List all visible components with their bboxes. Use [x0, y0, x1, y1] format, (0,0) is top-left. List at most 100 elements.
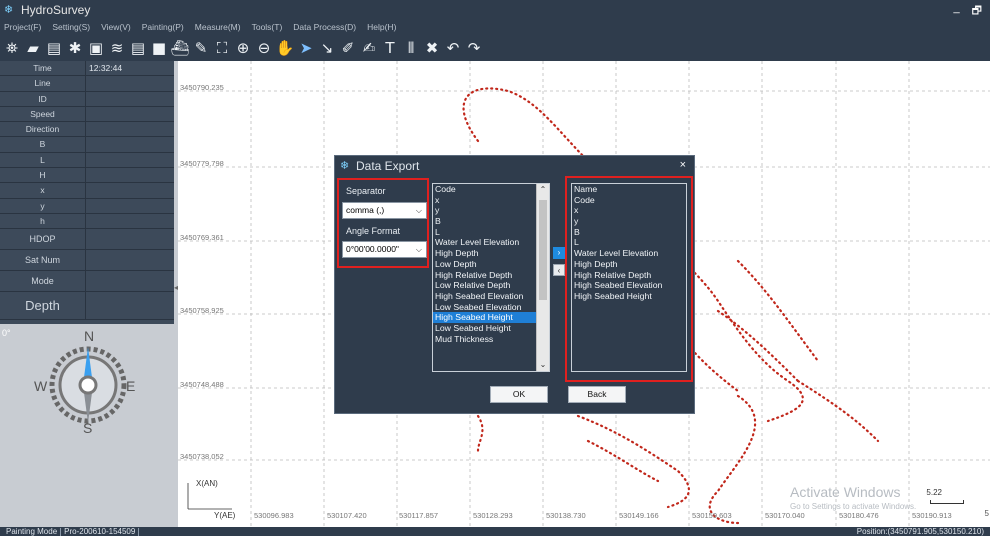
export-field-item[interactable]: B — [572, 227, 686, 238]
fit-extent-icon[interactable]: ⛶ — [213, 39, 231, 57]
menu-item[interactable]: Setting(S) — [52, 22, 90, 32]
info-row: H — [0, 168, 174, 184]
info-value — [86, 153, 174, 167]
export-field-item[interactable]: y — [572, 216, 686, 227]
x-tick-label: 530149.166 — [619, 511, 659, 520]
available-field-item[interactable]: High Seabed Elevation — [433, 291, 549, 302]
satellite-icon[interactable]: ⛯ — [3, 39, 21, 57]
export-field-item[interactable]: L — [572, 237, 686, 248]
ship-icon[interactable]: ⛴ — [170, 39, 189, 57]
survey-track — [796, 379, 880, 443]
available-field-item[interactable]: L — [433, 227, 549, 238]
info-label: HDOP — [0, 229, 86, 250]
separator-value: comma (,) — [346, 205, 385, 215]
available-field-item[interactable]: Code — [433, 184, 549, 195]
wave-icon[interactable]: ≋ — [108, 39, 126, 57]
menu-item[interactable]: Project(F) — [4, 22, 41, 32]
ok-button[interactable]: OK — [490, 386, 548, 403]
available-items: Code x y B L Water Level Elevation High Depth L… — [433, 184, 549, 344]
add-field-button[interactable]: › — [553, 247, 565, 259]
info-value — [86, 168, 174, 182]
remove-field-button[interactable]: ‹ — [553, 264, 565, 276]
info-row: Speed — [0, 106, 174, 123]
export-field-item[interactable]: High Seabed Elevation — [572, 280, 686, 291]
menu-item[interactable]: Measure(M) — [195, 22, 241, 32]
zoom-out-icon[interactable]: ⊖ — [255, 39, 273, 57]
available-field-item[interactable]: Water Level Elevation — [433, 237, 549, 248]
x-tick-label: 530128.293 — [473, 511, 513, 520]
available-field-item[interactable]: Mud Thickness — [433, 334, 549, 345]
edit-point-icon[interactable]: ✐ — [339, 39, 357, 57]
document-icon[interactable]: ▤ — [129, 39, 147, 57]
info-row: Line — [0, 76, 174, 92]
available-field-item[interactable]: x — [433, 195, 549, 206]
info-row: Time 12:32:44 — [0, 61, 174, 77]
available-field-item[interactable]: Low Relative Depth — [433, 280, 549, 291]
status-mode: Painting Mode — [6, 527, 58, 536]
scroll-down-icon[interactable]: ⌄ — [537, 359, 549, 371]
survey-track — [716, 309, 800, 383]
info-value: 12:32:44 — [89, 63, 123, 73]
status-project: Pro-200610-154509 — [64, 527, 136, 536]
settings-gear-icon[interactable]: ✱ — [66, 39, 84, 57]
available-field-item[interactable]: High Depth — [433, 248, 549, 259]
export-fields-list[interactable]: Name Code x y B L Water Level Elevation High De… — [571, 183, 687, 372]
draw-line-icon[interactable]: ↘ — [318, 39, 336, 57]
export-field-item[interactable]: Name — [572, 184, 686, 195]
available-field-item[interactable]: B — [433, 216, 549, 227]
scroll-thumb[interactable] — [539, 200, 547, 300]
export-field-item[interactable]: High Seabed Height — [572, 291, 686, 302]
menu-item[interactable]: Data Process(D) — [293, 22, 356, 32]
info-row: y — [0, 198, 174, 214]
export-field-item[interactable]: x — [572, 205, 686, 216]
status-separator — [60, 527, 62, 536]
video-icon[interactable]: ■ — [150, 39, 168, 57]
available-field-item[interactable]: Low Depth — [433, 259, 549, 270]
info-value — [86, 229, 174, 249]
available-field-item[interactable]: High Seabed Height — [433, 312, 549, 323]
menu-item[interactable]: Painting(P) — [142, 22, 184, 32]
info-row: Direction — [0, 122, 174, 138]
dialog-close-button[interactable]: × — [680, 159, 686, 171]
available-field-item[interactable]: Low Seabed Height — [433, 323, 549, 334]
pan-hand-icon[interactable]: ✋ — [276, 39, 295, 57]
zoom-in-icon[interactable]: ⊕ — [234, 39, 252, 57]
x-tick-label: 530190.913 — [912, 511, 952, 520]
available-field-item[interactable]: y — [433, 205, 549, 216]
available-scrollbar[interactable]: ⌃ ⌄ — [536, 184, 549, 371]
undo-icon[interactable]: ↶ — [444, 39, 462, 57]
sign-icon[interactable]: ✍ — [360, 39, 378, 57]
info-label: B — [0, 137, 86, 152]
text-icon[interactable]: T — [381, 39, 399, 57]
back-button[interactable]: Back — [568, 386, 626, 403]
menu-item[interactable]: Tools(T) — [252, 22, 283, 32]
export-field-item[interactable]: High Relative Depth — [572, 270, 686, 281]
barcode-icon[interactable]: ⦀ — [402, 39, 420, 57]
available-field-item[interactable]: Low Seabed Elevation — [433, 302, 549, 313]
save-icon[interactable]: ▤ — [45, 39, 63, 57]
watermark-subtitle: Go to Settings to activate Windows. — [790, 502, 917, 511]
dialog-titlebar[interactable]: ❄ Data Export × — [335, 156, 694, 176]
select-arrow-icon[interactable]: ➤ — [297, 39, 315, 57]
info-value — [86, 122, 174, 136]
image-icon[interactable]: ▣ — [87, 39, 105, 57]
title-bar: ❄ HydroSurvey _ 🗗 — [0, 0, 990, 19]
scroll-up-icon[interactable]: ⌃ — [537, 184, 549, 196]
redo-icon[interactable]: ↷ — [465, 39, 483, 57]
export-field-item[interactable]: Code — [572, 195, 686, 206]
edit-icon[interactable]: ✎ — [192, 39, 210, 57]
menu-item[interactable]: View(V) — [101, 22, 131, 32]
menu-item[interactable]: Help(H) — [367, 22, 396, 32]
separator-select[interactable]: comma (,) ⌵ — [342, 202, 427, 219]
angle-format-select[interactable]: 0°00'00.0000" ⌵ — [342, 241, 427, 258]
available-field-item[interactable]: High Relative Depth — [433, 270, 549, 281]
export-field-item[interactable]: High Depth — [572, 259, 686, 270]
available-fields-list[interactable]: Code x y B L Water Level Elevation High Depth L… — [432, 183, 550, 372]
dialog-app-icon: ❄ — [340, 159, 350, 172]
delete-x-icon[interactable]: ✖ — [423, 39, 441, 57]
toolbar: ⛯ ▰ ▤ ✱ ▣ ≋ ▤ ■ ⛴ ✎ ⛶ ⊕ ⊖ ✋ ➤ ↘ ✐ ✍ T ⦀ ✖ ↶ ↷ — [0, 35, 990, 61]
menu-bar: Project(F) Setting(S) View(V) Painting(P) Me… — [0, 19, 990, 35]
open-folder-icon[interactable]: ▰ — [24, 39, 42, 57]
export-field-item[interactable]: Water Level Elevation — [572, 248, 686, 259]
info-label: Speed — [0, 106, 86, 122]
